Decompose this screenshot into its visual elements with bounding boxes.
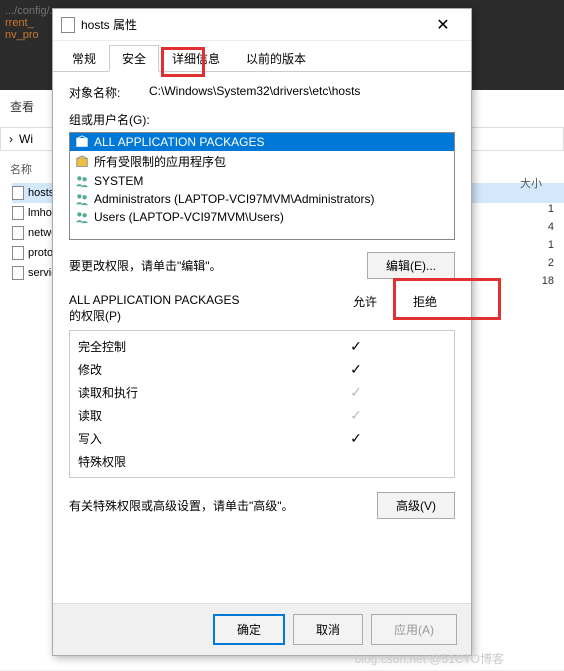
object-name-label: 对象名称: [69,84,149,101]
chevron-right-icon: › [9,132,13,146]
advanced-hint: 有关特殊权限或高级设置，请单击"高级"。 [69,497,294,514]
tab-security[interactable]: 安全 [109,45,159,72]
group-item[interactable]: Administrators (LAPTOP-VCI97MVM\Administ… [70,190,454,208]
perm-row: 完全控制✓ [70,335,454,358]
tab-details[interactable]: 详细信息 [159,45,233,72]
tab-previous-versions[interactable]: 以前的版本 [233,45,319,72]
size-values: 1 4 1 2 18 [542,200,554,290]
allow-header: 允许 [335,293,395,324]
package-icon [74,155,90,169]
column-size: 大小 [520,175,542,191]
dialog-title: hosts 属性 [81,16,423,33]
cancel-button[interactable]: 取消 [293,614,363,645]
file-icon [61,17,75,33]
apply-button[interactable]: 应用(A) [371,614,457,645]
perm-row: 修改✓ [70,358,454,381]
group-item[interactable]: SYSTEM [70,172,454,190]
file-icon [12,246,24,260]
users-icon [74,192,90,206]
permissions-table: 完全控制✓ 修改✓ 读取和执行✓ 读取✓ 写入✓ 特殊权限 [69,330,455,478]
ok-button[interactable]: 确定 [213,614,285,645]
check-icon: ✓ [350,338,362,354]
edit-hint: 要更改权限，请单击"编辑"。 [69,257,222,274]
check-icon: ✓ [350,430,362,446]
perm-row: 读取✓ [70,404,454,427]
check-icon: ✓ [350,407,362,423]
properties-dialog: hosts 属性 ✕ 常规 安全 详细信息 以前的版本 对象名称: C:\Win… [52,8,472,656]
groups-label: 组或用户名(G): [69,111,455,128]
users-icon [74,210,90,224]
dialog-buttons: 确定 取消 应用(A) [53,603,471,655]
file-icon [12,266,24,280]
column-name: 名称 [10,161,32,177]
file-icon [12,186,24,200]
groups-listbox[interactable]: ALL APPLICATION PACKAGES 所有受限制的应用程序包 SYS… [69,132,455,240]
group-item[interactable]: 所有受限制的应用程序包 [70,151,454,172]
tab-general[interactable]: 常规 [59,45,109,72]
package-icon [74,135,90,149]
file-icon [12,226,24,240]
close-icon[interactable]: ✕ [423,15,463,35]
edit-button[interactable]: 编辑(E)... [367,252,455,279]
file-icon [12,206,24,220]
group-item[interactable]: ALL APPLICATION PACKAGES [70,133,454,151]
advanced-button[interactable]: 高级(V) [377,492,455,519]
deny-header: 拒绝 [395,293,455,324]
tabs: 常规 安全 详细信息 以前的版本 [53,41,471,72]
users-icon [74,174,90,188]
permissions-title: ALL APPLICATION PACKAGES 的权限(P) [69,293,335,324]
check-icon: ✓ [350,384,362,400]
perm-row: 读取和执行✓ [70,381,454,404]
perm-row: 写入✓ [70,427,454,450]
group-item[interactable]: Users (LAPTOP-VCI97MVM\Users) [70,208,454,226]
perm-row: 特殊权限 [70,450,454,473]
titlebar: hosts 属性 ✕ [53,9,471,41]
watermark: blog.csdn.net @51CTO博客 [355,650,504,667]
object-name-value: C:\Windows\System32\drivers\etc\hosts [149,84,455,101]
check-icon: ✓ [350,361,362,377]
